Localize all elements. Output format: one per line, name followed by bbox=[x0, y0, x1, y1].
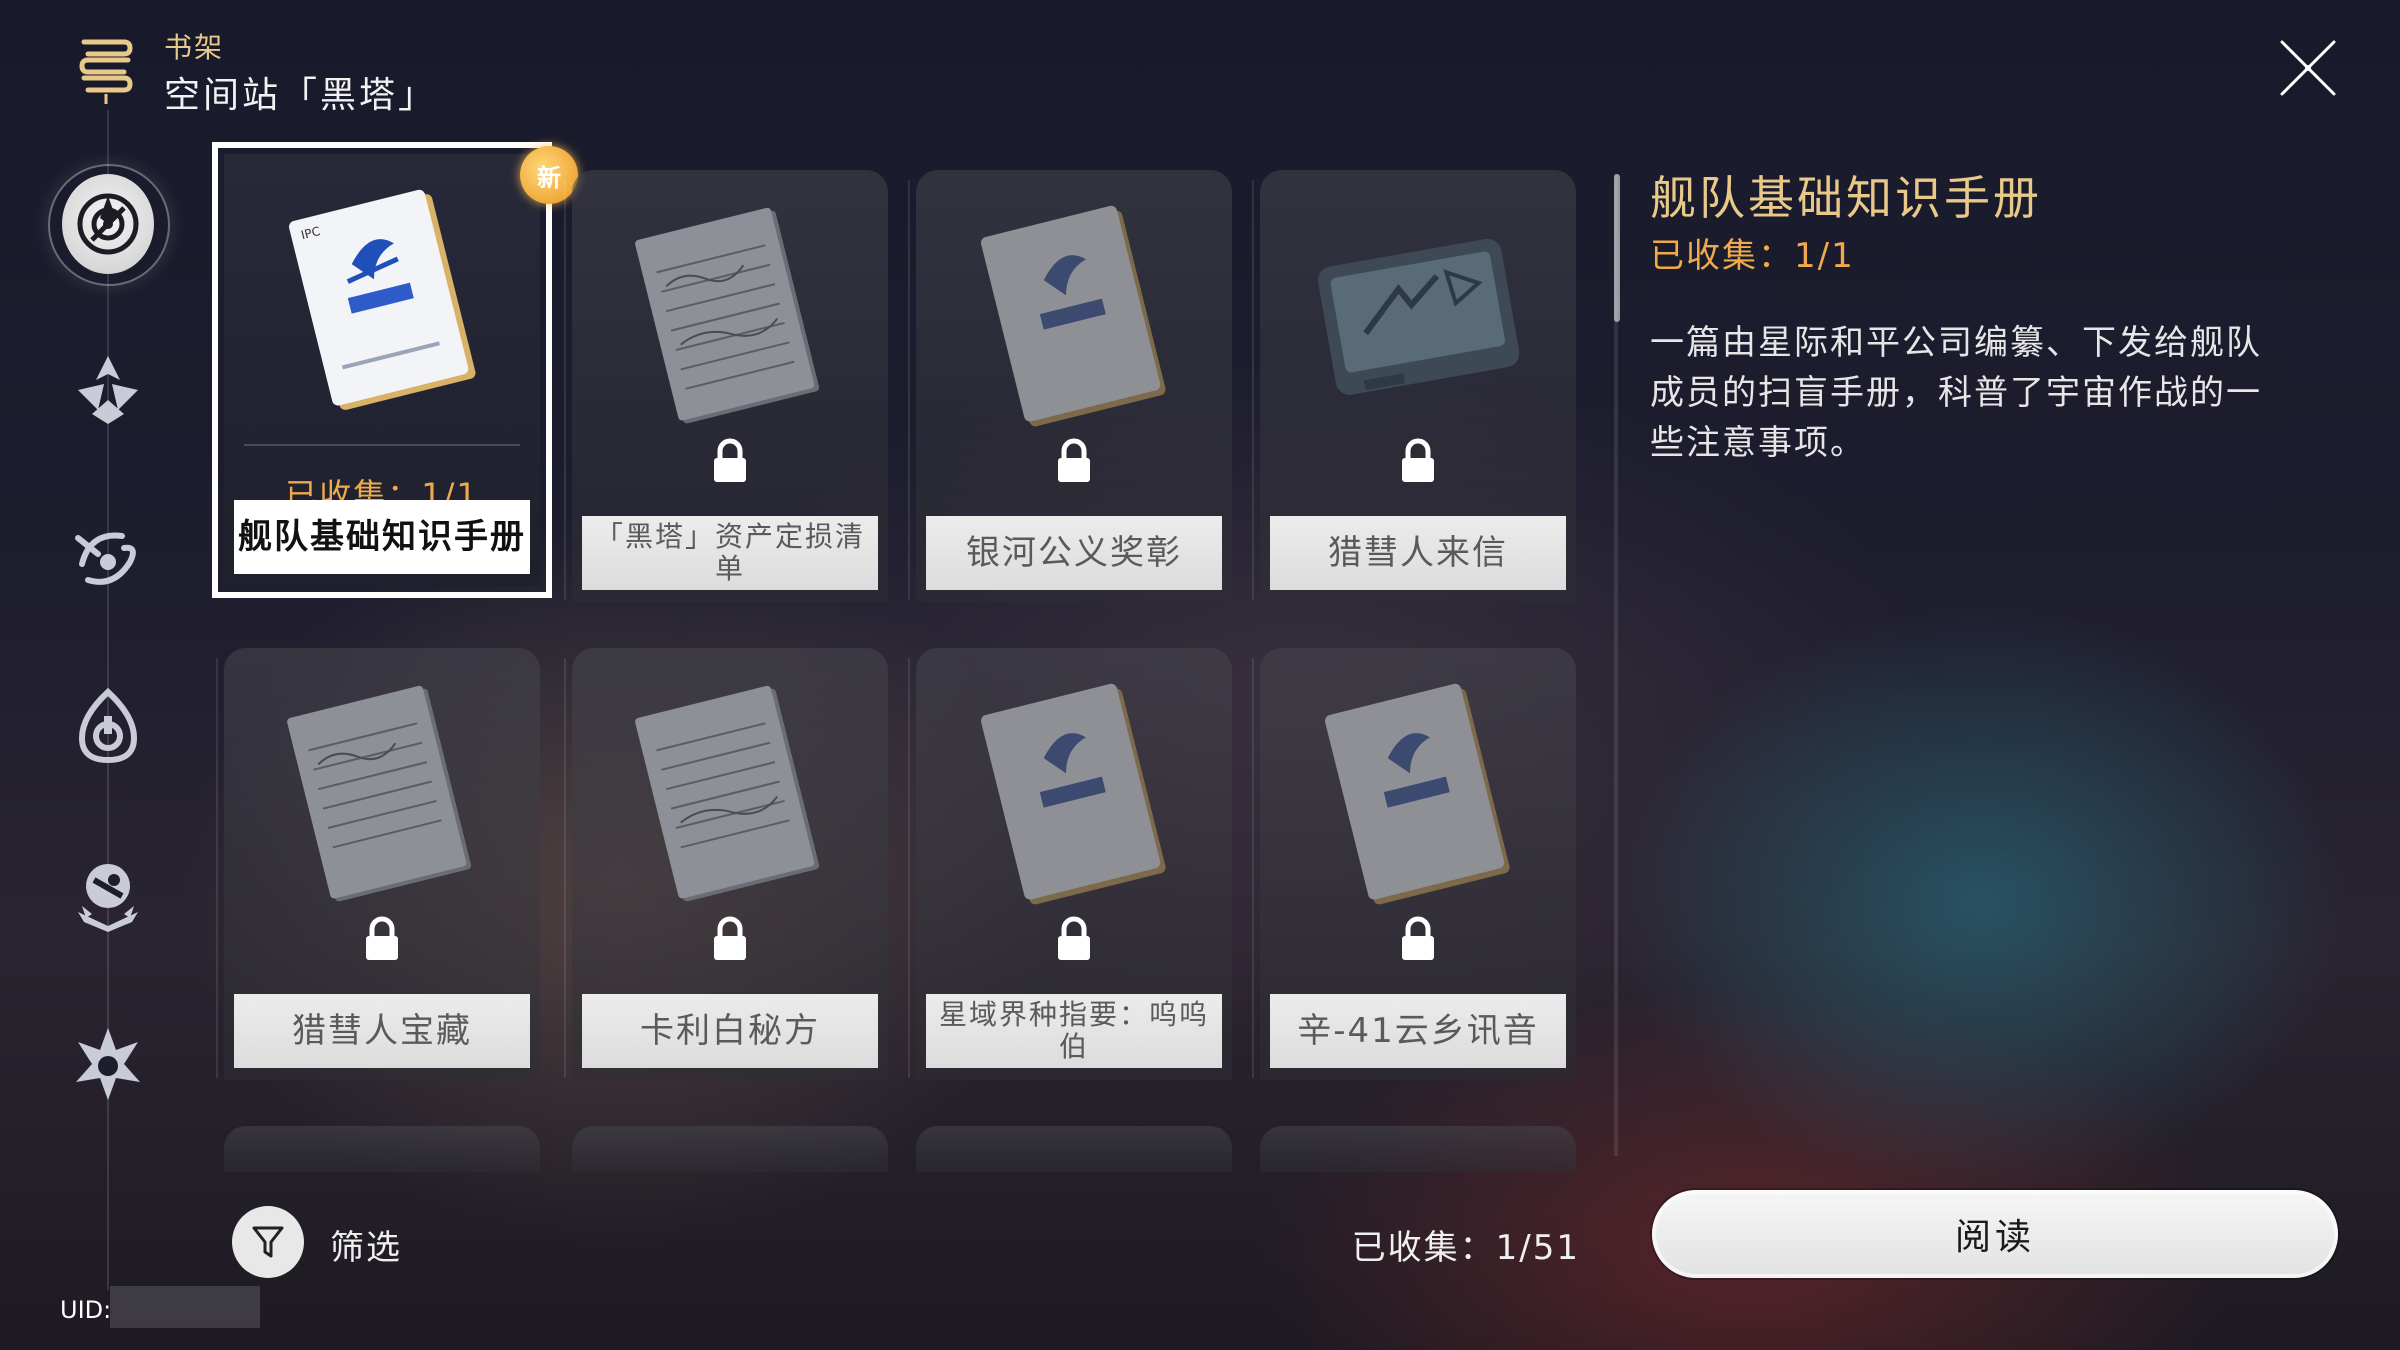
filter-button[interactable] bbox=[232, 1206, 304, 1278]
sidebar-item-xianzhou-luofu[interactable] bbox=[62, 512, 154, 604]
lock-icon bbox=[1398, 916, 1438, 962]
read-button[interactable]: 阅读 bbox=[1652, 1190, 2338, 1278]
notes-cover-icon bbox=[606, 194, 854, 444]
detail-collected-count: 已收集：1/1 bbox=[1650, 236, 1855, 276]
sidebar-item-penacony[interactable] bbox=[62, 680, 154, 772]
book-card[interactable]: 猎彗人宝藏 bbox=[216, 648, 540, 1080]
books-icon bbox=[78, 34, 134, 104]
book-card-partial[interactable] bbox=[1260, 1126, 1576, 1172]
manual-cover-icon bbox=[950, 194, 1198, 444]
book-card[interactable]: 「黑塔」资产定损清单 bbox=[564, 170, 888, 602]
sidebar-item-jarilo-vi[interactable] bbox=[62, 344, 154, 436]
book-title: 猎彗人来信 bbox=[1270, 516, 1566, 590]
sidebar-item-simulated-universe[interactable] bbox=[62, 850, 154, 942]
notes-cover-icon bbox=[606, 672, 854, 922]
book-card[interactable]: IPC 已收集：1/1 舰队基础知识手册 新 bbox=[212, 142, 578, 598]
notes-cover-icon bbox=[258, 672, 506, 922]
total-collected-count: 已收集：1/51 bbox=[1351, 1228, 1580, 1268]
filter-label[interactable]: 筛选 bbox=[330, 1220, 402, 1269]
penacony-icon bbox=[78, 687, 138, 764]
sidebar-item-misc-world[interactable] bbox=[62, 1018, 154, 1110]
lock-icon bbox=[710, 438, 750, 484]
jarilo-vi-icon bbox=[78, 356, 138, 424]
lock-icon bbox=[362, 916, 402, 962]
detail-title: 舰队基础知识手册 bbox=[1650, 171, 2042, 225]
page-title: 空间站「黑塔」 bbox=[164, 75, 438, 116]
lock-icon bbox=[1398, 438, 1438, 484]
breadcrumb-section: 书架 bbox=[164, 31, 225, 64]
detail-description: 一篇由星际和平公司编纂、下发给舰队成员的扫盲手册，科普了宇宙作战的一些注意事项。 bbox=[1650, 323, 2262, 463]
book-title: 「黑塔」资产定损清单 bbox=[582, 516, 878, 590]
lock-icon bbox=[1054, 438, 1094, 484]
book-card-partial[interactable] bbox=[572, 1126, 888, 1172]
xianzhou-luofu-icon bbox=[75, 532, 136, 585]
sidebar-item-herta-space-station[interactable] bbox=[48, 164, 170, 286]
book-card[interactable]: 辛-41云乡讯音 bbox=[1252, 648, 1576, 1080]
uid-redacted bbox=[110, 1286, 260, 1328]
card-divider bbox=[244, 444, 520, 446]
misc-world-icon bbox=[76, 1028, 140, 1100]
book-title: 舰队基础知识手册 bbox=[234, 500, 530, 574]
simulated-universe-icon bbox=[78, 864, 138, 932]
filter-icon bbox=[252, 1226, 284, 1258]
lock-icon bbox=[1054, 916, 1094, 962]
book-title: 星域界种指要：呜呜伯 bbox=[926, 994, 1222, 1068]
uid-label: UID: bbox=[60, 1296, 112, 1324]
book-card-partial[interactable] bbox=[916, 1126, 1232, 1172]
active-ring bbox=[48, 164, 170, 286]
book-title: 辛-41云乡讯音 bbox=[1270, 994, 1566, 1068]
book-card[interactable]: 星域界种指要：呜呜伯 bbox=[908, 648, 1232, 1080]
book-title: 猎彗人宝藏 bbox=[234, 994, 530, 1068]
close-icon bbox=[2280, 40, 2336, 96]
close-button[interactable] bbox=[2276, 36, 2340, 100]
book-card-partial[interactable] bbox=[224, 1126, 540, 1172]
manual-cover-icon bbox=[1294, 672, 1542, 922]
book-title: 卡利白秘方 bbox=[582, 994, 878, 1068]
tablet-cover-icon bbox=[1294, 194, 1542, 444]
book-card[interactable]: 猎彗人来信 bbox=[1252, 170, 1576, 602]
scrollbar-thumb[interactable] bbox=[1614, 174, 1620, 322]
manual-cover-icon bbox=[950, 672, 1198, 922]
book-card[interactable]: 银河公义奖彰 bbox=[908, 170, 1232, 602]
manual-cover-icon: IPC bbox=[258, 178, 506, 428]
lock-icon bbox=[710, 916, 750, 962]
book-title: 银河公义奖彰 bbox=[926, 516, 1222, 590]
book-card[interactable]: 卡利白秘方 bbox=[564, 648, 888, 1080]
